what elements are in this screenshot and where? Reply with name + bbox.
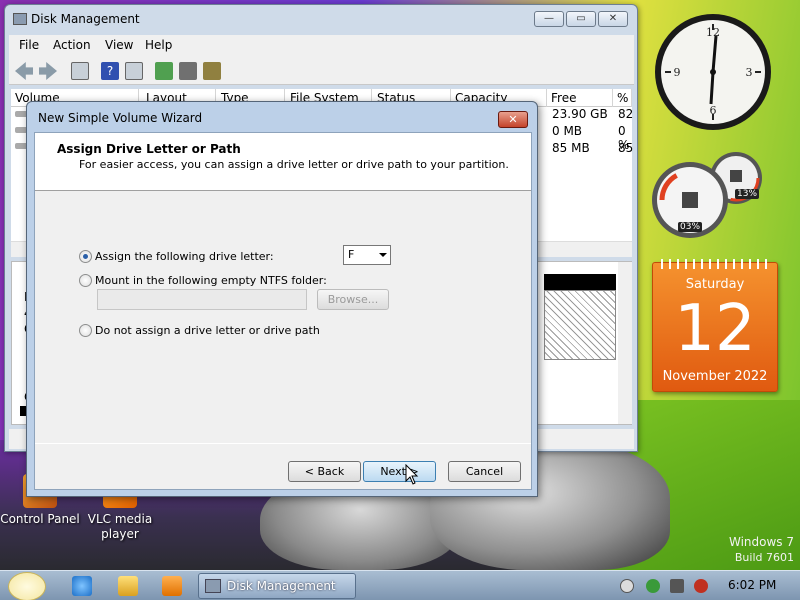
- rescan-icon[interactable]: [179, 62, 197, 80]
- tray-network-icon[interactable]: [670, 579, 684, 593]
- svg-text:9: 9: [674, 66, 681, 79]
- col-percent-free[interactable]: % F: [613, 89, 632, 123]
- memory-percent: 13%: [735, 189, 760, 199]
- window-title: Disk Management: [13, 5, 140, 33]
- calendar-day-number: 12: [674, 292, 756, 366]
- refresh-icon[interactable]: [155, 62, 173, 80]
- no-assign-radio[interactable]: [79, 324, 92, 337]
- mouse-cursor-icon: [405, 464, 419, 485]
- col-free-space[interactable]: Free Spa...: [547, 89, 613, 123]
- svg-text:3: 3: [746, 66, 753, 79]
- browse-button[interactable]: Browse...: [317, 289, 389, 310]
- mount-folder-label[interactable]: Mount in the following empty NTFS folder…: [95, 274, 327, 287]
- free-space-cell: 0 MB: [552, 124, 583, 138]
- branding-line1: Windows 7: [728, 535, 794, 549]
- tray-security-icon[interactable]: [646, 579, 660, 593]
- unallocated-partition[interactable]: [544, 290, 616, 360]
- forward-arrow-icon[interactable]: [39, 62, 57, 80]
- disk-management-icon: [205, 579, 221, 593]
- help-icon[interactable]: ?: [101, 62, 119, 80]
- cpu-percent: 03%: [678, 222, 703, 232]
- percent-free-cell: 82: [618, 107, 634, 121]
- start-button[interactable]: [8, 572, 46, 600]
- assign-letter-radio[interactable]: [79, 250, 92, 263]
- menu-file[interactable]: File: [19, 38, 39, 52]
- taskbar-item-label: Disk Management: [227, 579, 336, 593]
- mount-folder-radio[interactable]: [79, 274, 92, 287]
- assign-letter-label[interactable]: Assign the following drive letter:: [95, 250, 274, 263]
- back-arrow-icon[interactable]: [15, 62, 33, 80]
- calendar-month-year: November 2022: [662, 369, 768, 384]
- menu-bar: File Action View Help: [9, 35, 634, 57]
- wizard-close-button[interactable]: ✕: [498, 111, 528, 128]
- calendar-rings: [661, 259, 771, 269]
- toolbar: ?: [9, 57, 634, 85]
- calendar-gadget[interactable]: Saturday 12 November 2022: [652, 259, 778, 392]
- taskbar-item-disk-management[interactable]: Disk Management: [198, 573, 356, 599]
- window-title-text: Disk Management: [31, 12, 140, 26]
- svg-text:6: 6: [710, 104, 717, 117]
- tray-notification-icon[interactable]: [620, 579, 634, 593]
- taskbar-clock[interactable]: 6:02 PM: [728, 578, 776, 592]
- windows-branding: Windows 7 Build 7601: [729, 535, 794, 565]
- percent-free-cell: 85: [618, 141, 634, 155]
- wizard-body: Assign Drive Letter or Path For easier a…: [34, 132, 532, 490]
- no-assign-label[interactable]: Do not assign a drive letter or drive pa…: [95, 324, 320, 337]
- menu-action[interactable]: Action: [53, 38, 91, 52]
- wizard-page-subtitle: For easier access, you can assign a driv…: [79, 158, 509, 171]
- desktop-icon-label: VLC media player: [87, 512, 153, 541]
- menu-help[interactable]: Help: [145, 38, 172, 52]
- media-player-icon[interactable]: [162, 576, 182, 596]
- vertical-scrollbar[interactable]: [618, 262, 632, 424]
- chevron-down-icon: [379, 253, 387, 257]
- cancel-button[interactable]: Cancel: [448, 461, 521, 482]
- ntfs-folder-path-input[interactable]: [97, 289, 307, 310]
- tray-volume-muted-icon[interactable]: [694, 579, 708, 593]
- disk-management-icon: [13, 13, 27, 25]
- calendar-weekday: Saturday: [685, 277, 745, 292]
- svg-text:12: 12: [706, 26, 720, 39]
- new-simple-volume-wizard: New Simple Volume Wizard ✕ Assign Drive …: [26, 101, 538, 497]
- cpu-meter-gadget[interactable]: 03% 13%: [650, 150, 774, 240]
- drive-letter-value: F: [348, 248, 355, 261]
- next-button[interactable]: Next >: [363, 461, 436, 482]
- properties-icon[interactable]: [125, 62, 143, 80]
- menu-view[interactable]: View: [105, 38, 133, 52]
- free-space-cell: 85 MB: [552, 141, 590, 155]
- console-tree-icon[interactable]: [71, 62, 89, 80]
- wizard-page-title: Assign Drive Letter or Path: [57, 142, 241, 156]
- free-space-cell: 23.90 GB: [552, 107, 608, 121]
- drive-letter-dropdown[interactable]: F: [343, 245, 391, 265]
- minimize-button[interactable]: —: [534, 11, 564, 27]
- maximize-button[interactable]: ▭: [566, 11, 596, 27]
- taskbar: Disk Management 6:02 PM: [0, 570, 800, 600]
- clock-gadget[interactable]: 12 3 6 9: [650, 12, 776, 132]
- desktop-icon-label: Control Panel: [0, 512, 80, 526]
- settings-icon[interactable]: [203, 62, 221, 80]
- wizard-separator: [35, 443, 531, 444]
- file-explorer-icon[interactable]: [118, 576, 138, 596]
- wizard-header: Assign Drive Letter or Path For easier a…: [35, 133, 531, 191]
- wizard-title: New Simple Volume Wizard: [38, 111, 203, 125]
- partition-header-bar: [544, 274, 616, 290]
- close-button[interactable]: ✕: [598, 11, 628, 27]
- internet-explorer-icon[interactable]: [72, 576, 92, 596]
- back-button[interactable]: < Back: [288, 461, 361, 482]
- branding-line2: Build 7601: [734, 551, 794, 564]
